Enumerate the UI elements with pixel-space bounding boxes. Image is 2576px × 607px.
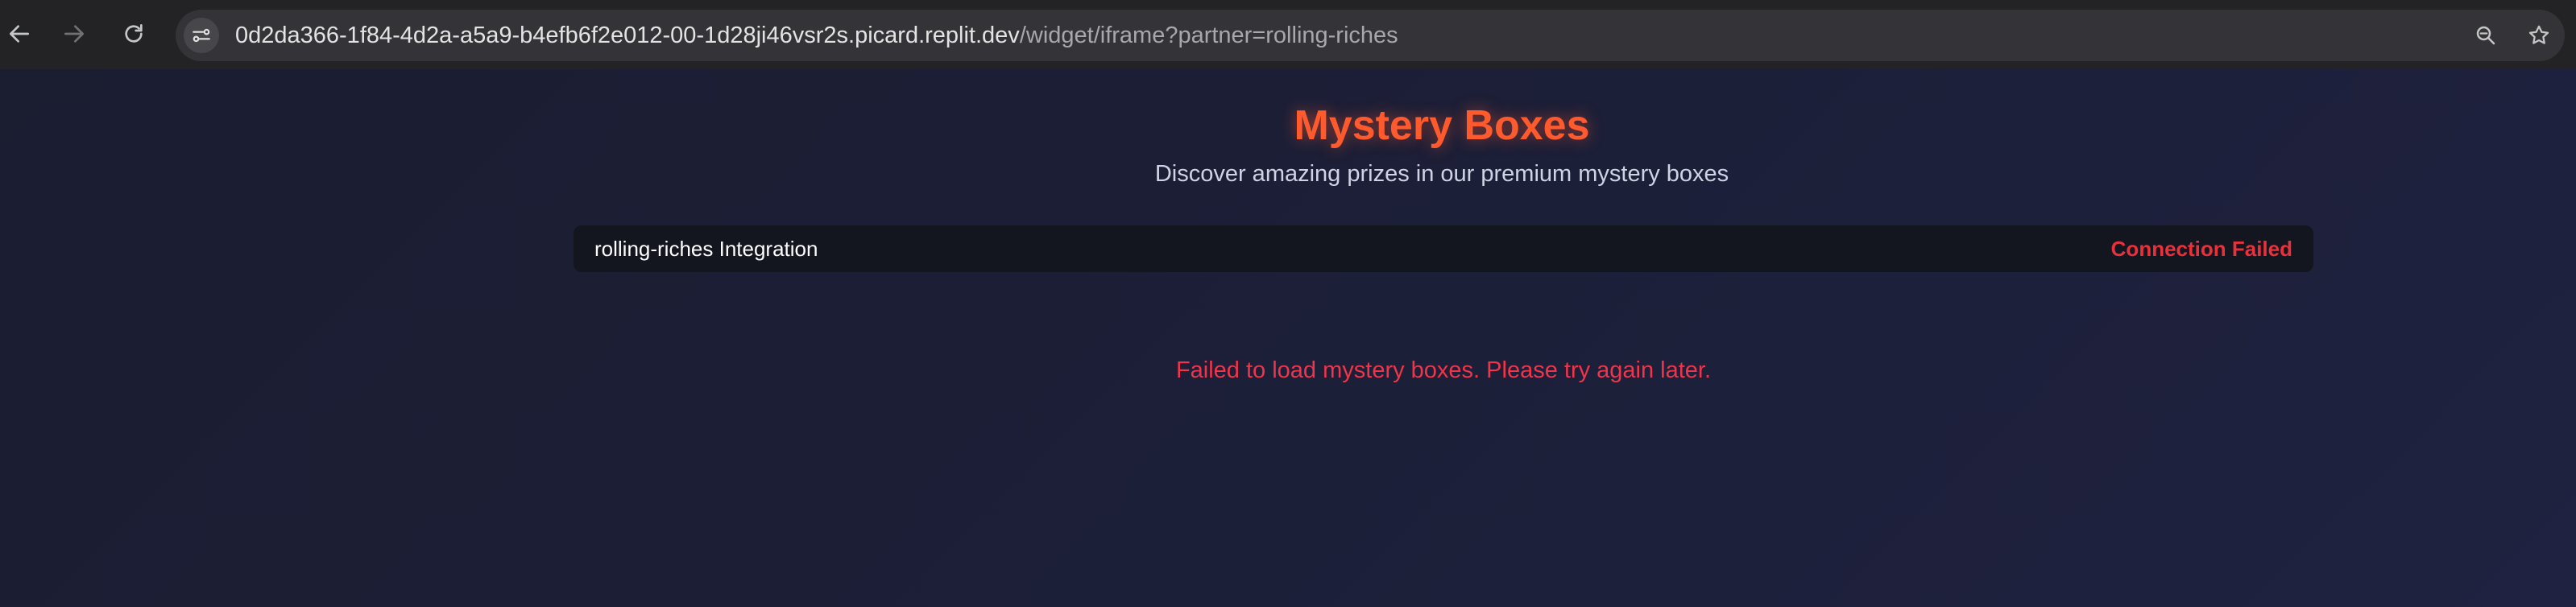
page-subtitle: Discover amazing prizes in our premium m… xyxy=(1154,161,1729,187)
back-arrow-icon xyxy=(9,25,29,43)
address-bar[interactable]: 0d2da366-1f84-4d2a-a5a9-b4efb6f2e012-00-… xyxy=(176,10,2565,61)
site-info-button[interactable] xyxy=(184,18,219,53)
zoom-button[interactable] xyxy=(2468,18,2504,53)
connection-status-badge: Connection Failed xyxy=(2110,237,2292,261)
browser-toolbar: 0d2da366-1f84-4d2a-a5a9-b4efb6f2e012-00-… xyxy=(0,0,2576,69)
site-info-icon xyxy=(193,28,210,43)
integration-label: rolling-riches Integration xyxy=(594,237,818,261)
reload-button[interactable] xyxy=(114,14,153,53)
error-message: Failed to load mystery boxes. Please try… xyxy=(1175,357,1712,383)
widget-page: Mystery Boxes Discover amazing prizes in… xyxy=(0,69,2576,607)
bookmark-button[interactable] xyxy=(2521,18,2557,53)
zoom-icon xyxy=(2476,26,2495,45)
back-button[interactable] xyxy=(0,14,39,53)
url-text[interactable]: 0d2da366-1f84-4d2a-a5a9-b4efb6f2e012-00-… xyxy=(235,10,1398,61)
bookmark-star-icon xyxy=(2528,25,2549,44)
url-host: 0d2da366-1f84-4d2a-a5a9-b4efb6f2e012-00-… xyxy=(235,23,1020,48)
reload-icon xyxy=(125,24,143,43)
integration-status-bar: rolling-riches Integration Connection Fa… xyxy=(574,225,2313,272)
url-path: /widget/iframe?partner=rolling-riches xyxy=(1019,23,1398,48)
forward-button[interactable] xyxy=(55,14,93,53)
forward-arrow-icon xyxy=(64,25,84,43)
page-title: Mystery Boxes xyxy=(1294,102,1590,149)
